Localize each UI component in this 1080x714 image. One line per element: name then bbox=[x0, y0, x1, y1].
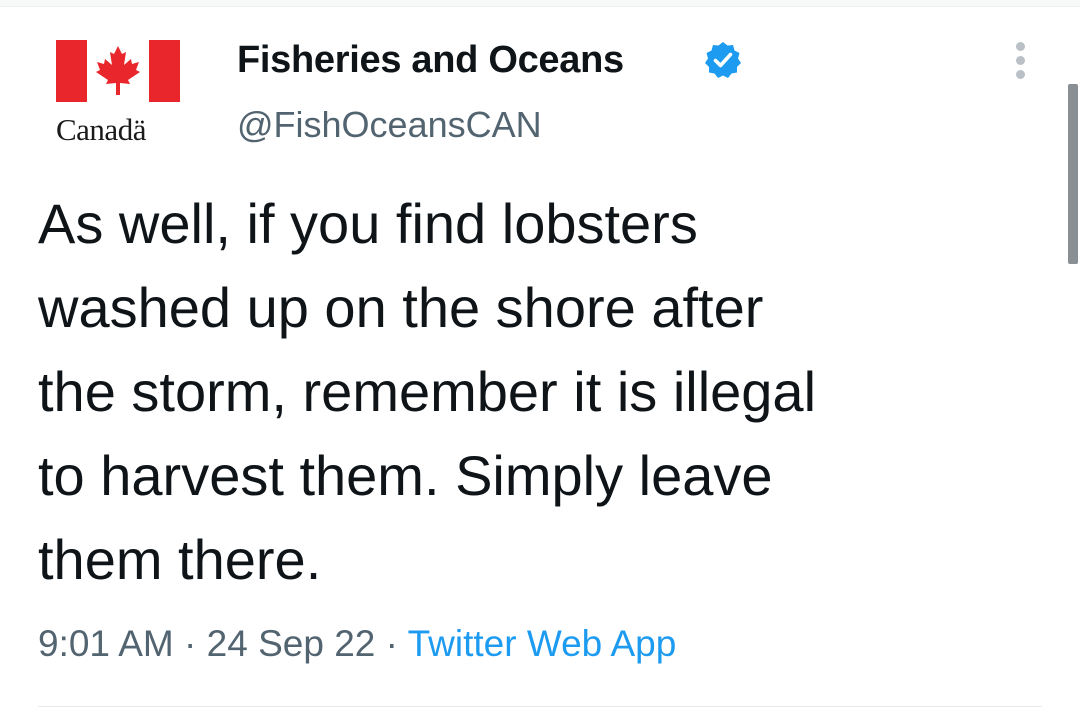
avatar[interactable]: Canadä bbox=[50, 30, 188, 158]
canada-flag-icon bbox=[56, 40, 180, 102]
tweet-text: As well, if you find lobsters washed up … bbox=[38, 182, 1038, 602]
top-divider bbox=[0, 0, 1080, 7]
tweet-time[interactable]: 9:01 AM bbox=[38, 623, 174, 664]
scrollbar-thumb[interactable] bbox=[1068, 84, 1078, 264]
canada-wordmark: Canadä bbox=[56, 112, 146, 147]
more-options-icon[interactable] bbox=[1008, 38, 1034, 82]
tweet-meta: 9:01 AM · 24 Sep 22 · Twitter Web App bbox=[38, 620, 676, 668]
tweet-text-line: to harvest them. Simply leave bbox=[38, 444, 773, 507]
tweet-text-line: As well, if you find lobsters bbox=[38, 192, 698, 255]
tweet-text-line: them there. bbox=[38, 528, 322, 591]
tweet-date[interactable]: 24 Sep 22 bbox=[207, 623, 376, 664]
tweet-text-line: washed up on the shore after bbox=[38, 276, 764, 339]
user-handle[interactable]: @FishOceansCAN bbox=[237, 103, 542, 147]
tweet-card: Canadä Fisheries and Oceans @FishOceansC… bbox=[0, 0, 1080, 714]
display-name[interactable]: Fisheries and Oceans bbox=[237, 38, 624, 82]
bottom-divider bbox=[38, 706, 1042, 707]
tweet-source-link[interactable]: Twitter Web App bbox=[408, 623, 677, 664]
meta-separator: · bbox=[173, 623, 207, 664]
verified-badge-icon bbox=[705, 42, 741, 78]
tweet-text-line: the storm, remember it is illegal bbox=[38, 360, 817, 423]
meta-separator: · bbox=[375, 623, 408, 664]
